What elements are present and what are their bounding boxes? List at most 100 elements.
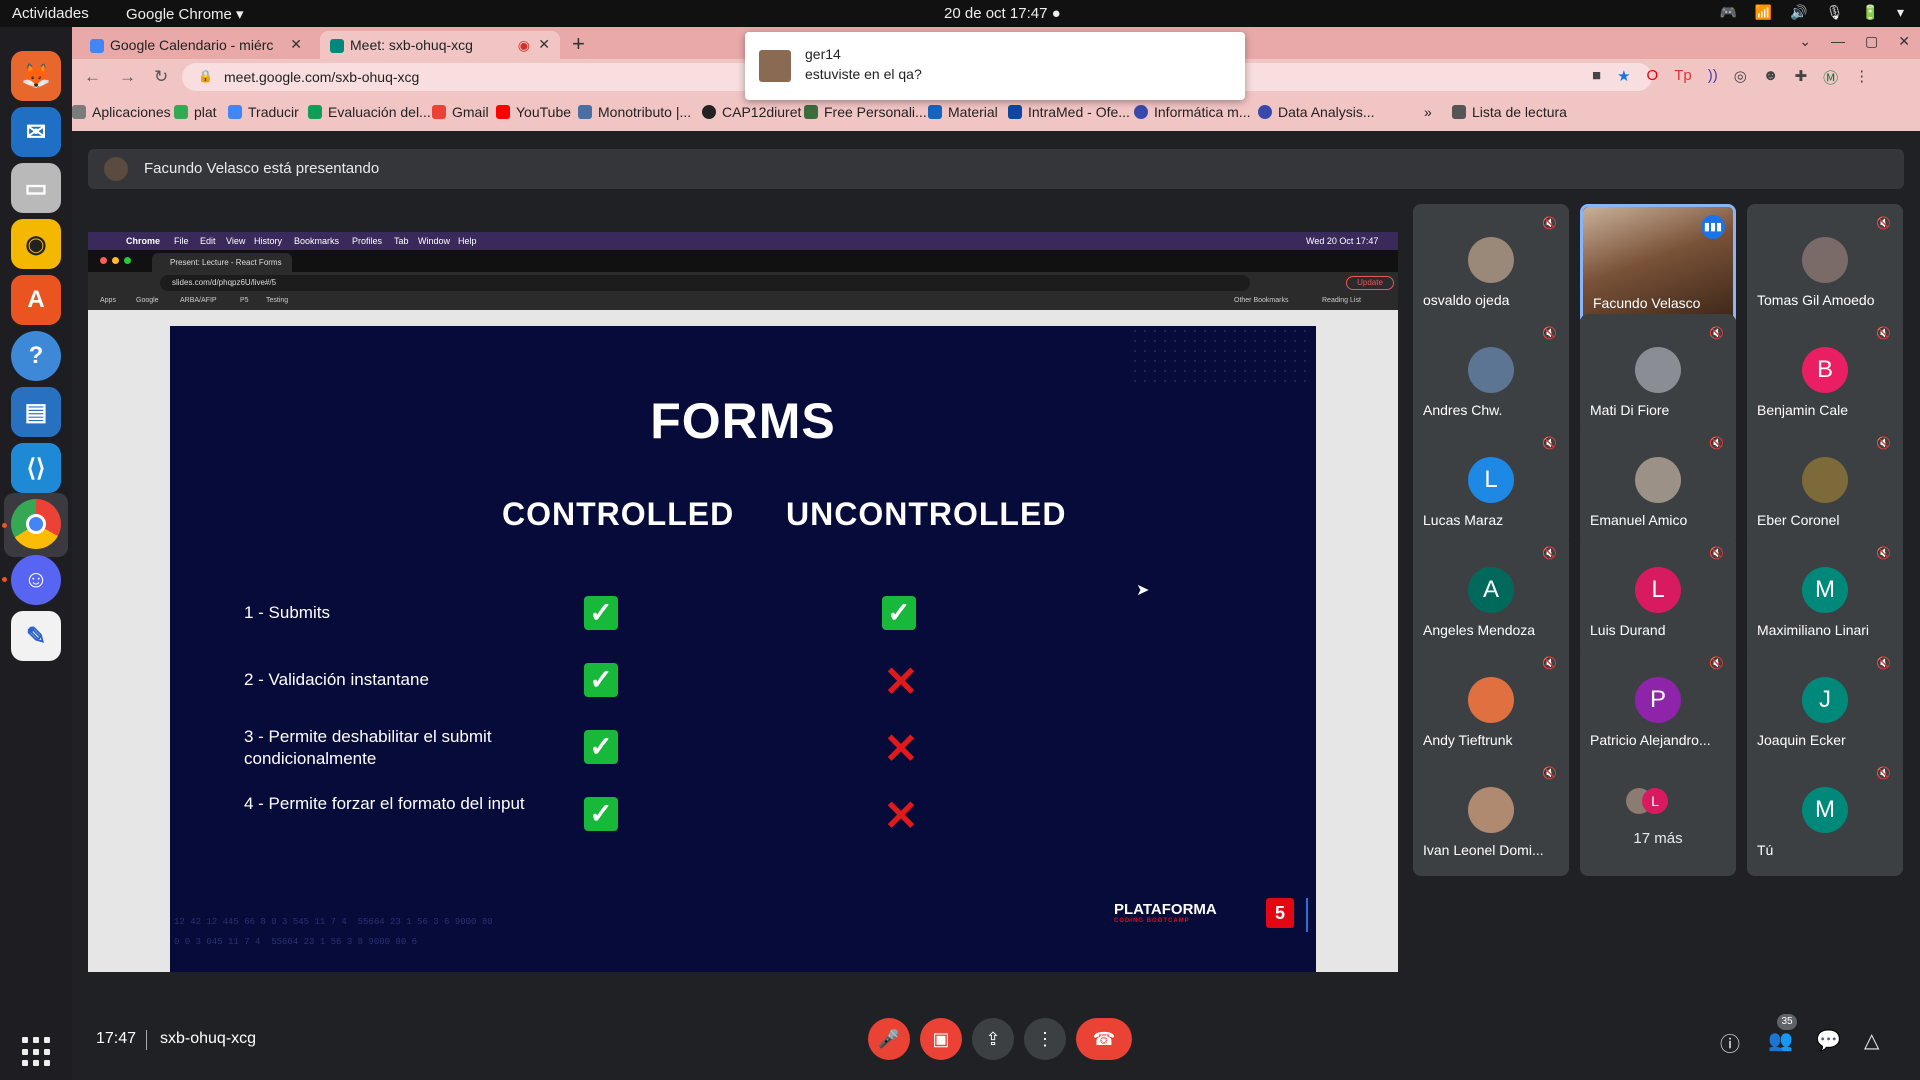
shared-bookmark: ARBA/AFIP	[180, 297, 217, 304]
bookmark-free-personali[interactable]: Free Personali...	[804, 104, 927, 120]
system-clock[interactable]: 20 de oct 17:47 ●	[944, 5, 1061, 22]
close-tab-icon[interactable]: ✕	[290, 36, 302, 53]
shared-bookmark: Testing	[266, 297, 289, 304]
participant-tile[interactable]: J Joaquin Ecker 🔇	[1747, 644, 1903, 766]
camera-icon[interactable]: ■	[1592, 67, 1601, 88]
participant-tile[interactable]: A Angeles Mendoza 🔇	[1413, 534, 1569, 656]
discord-icon[interactable]: ☺	[11, 555, 61, 605]
bookmark-aplicaciones[interactable]: Aplicaciones	[72, 104, 171, 120]
participant-tile[interactable]: M Maximiliano Linari 🔇	[1747, 534, 1903, 656]
bookmark-label: CAP12diuret	[722, 104, 802, 120]
close-window-icon[interactable]: ✕	[1898, 33, 1910, 50]
tab-search-icon[interactable]: ⌄	[1799, 33, 1811, 50]
bookmark-label: Informática m...	[1154, 104, 1251, 120]
people-icon[interactable]: 👥	[1768, 1028, 1793, 1053]
bookmark-intramed[interactable]: IntraMed - Ofe...	[1008, 104, 1130, 120]
participant-tile[interactable]: P Patricio Alejandro... 🔇	[1580, 644, 1736, 766]
participant-tile[interactable]: Andy Tieftrunk 🔇	[1413, 644, 1569, 766]
discord-tray-icon[interactable]: 🎮	[1719, 4, 1736, 21]
participant-tile[interactable]: osvaldo ojeda 🔇	[1413, 204, 1569, 326]
vscode-icon[interactable]: ⟨⟩	[11, 443, 61, 493]
shared-menu-item: File	[174, 236, 189, 246]
avatar	[1635, 347, 1681, 393]
mic-off-button[interactable]: 🎤	[868, 1018, 910, 1060]
leave-call-button[interactable]: ☎	[1076, 1018, 1132, 1060]
back-icon[interactable]: ←	[84, 67, 101, 87]
text-editor-icon[interactable]: ✎	[11, 611, 61, 661]
bookmark-favicon-icon	[1008, 105, 1022, 119]
app-menu[interactable]: Google Chrome ▾	[126, 5, 244, 23]
mac-minimize-icon	[112, 257, 119, 264]
chrome-icon[interactable]	[11, 499, 61, 549]
bookmark-informatica[interactable]: Informática m...	[1134, 104, 1250, 120]
meeting-details-icon[interactable]: ⓘ	[1720, 1028, 1740, 1057]
bookmark-cap12diuret[interactable]: CAP12diuret	[702, 104, 801, 120]
reload-icon[interactable]: ↻	[154, 67, 168, 87]
shared-reading-list: Reading List	[1322, 297, 1361, 304]
new-tab-button[interactable]: +	[572, 31, 585, 57]
chrome-menu-icon[interactable]: ⋮	[1854, 67, 1869, 88]
participant-tile[interactable]: Ivan Leonel Domi... 🔇	[1413, 754, 1569, 876]
bookmark-evaluacion[interactable]: Evaluación del...	[308, 104, 431, 120]
participant-tile[interactable]: L Luis Durand 🔇	[1580, 534, 1736, 656]
extensions-puzzle-icon[interactable]: ✚	[1795, 67, 1808, 88]
participant-tile[interactable]: M Tú 🔇	[1747, 754, 1903, 876]
extension-icons: ■ ★ O Tp )) ◎ ☻ ✚ Ⓜ ⋮	[1592, 67, 1869, 88]
participant-tile[interactable]: L Lucas Maraz 🔇	[1413, 424, 1569, 546]
bookmark-material[interactable]: Material	[928, 104, 998, 120]
presentation-stage[interactable]: Chrome File Edit View History Bookmarks …	[88, 232, 1398, 972]
writer-icon[interactable]: ▤	[11, 387, 61, 437]
close-tab-icon[interactable]: ✕	[538, 36, 550, 53]
minimize-icon[interactable]: —	[1831, 33, 1845, 50]
rhythmbox-icon[interactable]: ◉	[11, 219, 61, 269]
bookmark-monotributo[interactable]: Monotributo |...	[578, 104, 691, 120]
divider	[146, 1030, 147, 1050]
forward-icon[interactable]: →	[119, 67, 136, 87]
reading-list-button[interactable]: Lista de lectura	[1452, 104, 1567, 120]
profile-avatar-icon[interactable]: Ⓜ	[1823, 67, 1838, 88]
bookmark-star-icon[interactable]: ★	[1617, 67, 1630, 88]
activities-button[interactable]: Actividades	[12, 5, 89, 22]
bookmark-youtube[interactable]: YouTube	[496, 104, 571, 120]
opera-extension-icon[interactable]: O	[1647, 67, 1659, 88]
power-menu-icon[interactable]: ▾	[1897, 4, 1904, 21]
bookmark-data-analysis[interactable]: Data Analysis...	[1258, 104, 1375, 120]
participant-tile[interactable]: ▮▮▮ Facundo Velasco	[1580, 204, 1736, 326]
maximize-icon[interactable]: ▢	[1865, 33, 1878, 50]
more-participants-tile[interactable]: L 17 más	[1580, 754, 1736, 876]
lock-icon[interactable]: 🔒	[198, 69, 213, 83]
bookmark-favicon-icon	[1258, 105, 1272, 119]
thunderbird-icon[interactable]: ✉	[11, 107, 61, 157]
bookmark-gmail[interactable]: Gmail	[432, 104, 489, 120]
tab-meet[interactable]: Meet: sxb-ohuq-xcg ◉ ✕	[320, 31, 560, 59]
firefox-icon[interactable]: 🦊	[11, 51, 61, 101]
present-button[interactable]: ⇪	[972, 1018, 1014, 1060]
activities-icon[interactable]: △	[1864, 1028, 1879, 1053]
tp-extension-icon[interactable]: Tp	[1674, 67, 1692, 88]
participant-tile[interactable]: Tomas Gil Amoedo 🔇	[1747, 204, 1903, 326]
circle-extension-icon[interactable]: ◎	[1734, 67, 1747, 88]
chat-notification[interactable]: ger14 estuviste en el qa?	[745, 32, 1245, 100]
face-extension-icon[interactable]: ☻	[1763, 67, 1779, 88]
more-options-button[interactable]: ⋮	[1024, 1018, 1066, 1060]
avatar	[1468, 677, 1514, 723]
system-tray[interactable]: 🎮 📶 🔊 🎙 🔋 ▾	[1719, 4, 1904, 21]
show-apps-icon[interactable]	[22, 1037, 52, 1067]
participant-tile[interactable]: B Benjamin Cale 🔇	[1747, 314, 1903, 436]
participant-name: Benjamin Cale	[1757, 402, 1849, 418]
participant-tile[interactable]: Emanuel Amico 🔇	[1580, 424, 1736, 546]
tab-calendar[interactable]: Google Calendario - miérc ✕	[80, 31, 312, 59]
software-center-icon[interactable]: A	[11, 275, 61, 325]
bookmark-plat[interactable]: plat	[174, 104, 217, 120]
files-icon[interactable]: ▭	[11, 163, 61, 213]
help-icon[interactable]: ?	[11, 331, 61, 381]
participant-tile[interactable]: Eber Coronel 🔇	[1747, 424, 1903, 546]
more-bookmarks-icon[interactable]: »	[1424, 104, 1432, 120]
meeting-code[interactable]: sxb-ohuq-xcg	[160, 1030, 256, 1048]
chat-icon[interactable]: 💬	[1816, 1028, 1841, 1053]
camera-off-button[interactable]: ▣	[920, 1018, 962, 1060]
participant-tile[interactable]: Andres Chw. 🔇	[1413, 314, 1569, 436]
bookmark-traducir[interactable]: Traducir	[228, 104, 299, 120]
participant-tile[interactable]: Mati Di Fiore 🔇	[1580, 314, 1736, 436]
wave-extension-icon[interactable]: ))	[1708, 67, 1718, 88]
